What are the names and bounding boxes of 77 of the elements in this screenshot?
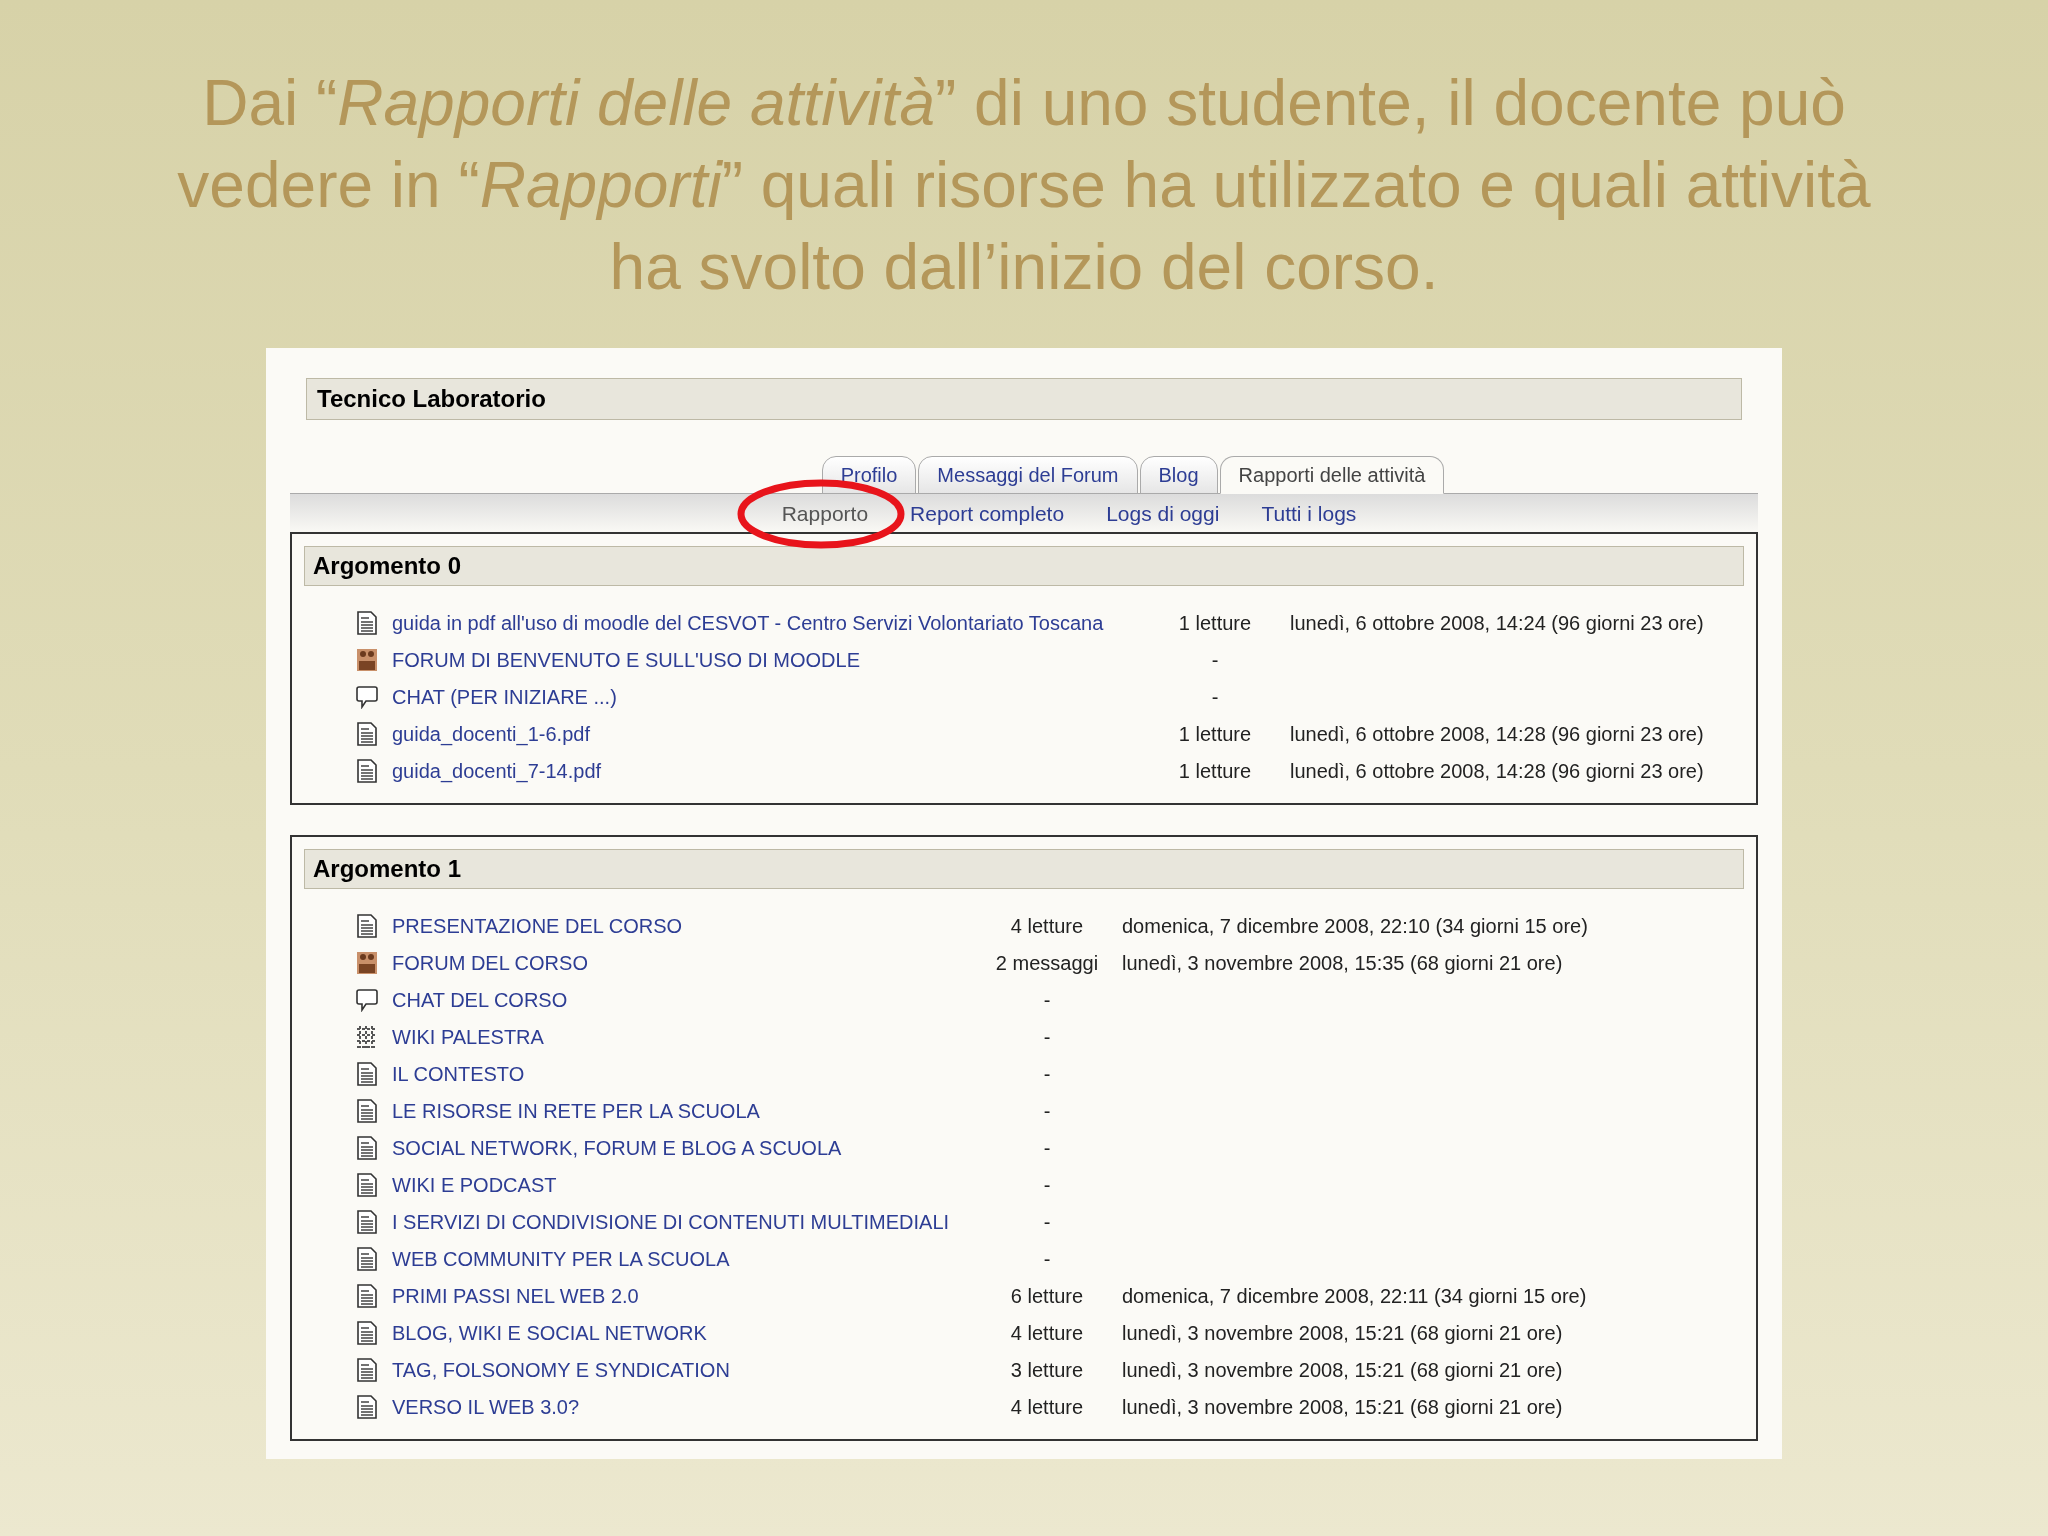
activity-link[interactable]: WIKI PALESTRA	[392, 1021, 992, 1052]
people-icon	[356, 950, 378, 975]
grid-icon	[356, 1024, 378, 1049]
last-access-cell-text: lunedì, 6 ottobre 2008, 14:28 (96 giorni 23 ore)	[1290, 758, 1704, 784]
activity-link[interactable]: PRIMI PASSI NEL WEB 2.0	[392, 1280, 992, 1311]
count-cell-text: 1 letture	[1177, 721, 1253, 747]
activity-link[interactable]: WEB COMMUNITY PER LA SCUOLA	[392, 1243, 992, 1274]
last-access-cell-text: lunedì, 3 novembre 2008, 15:21 (68 giorni 21 ore)	[1122, 1320, 1563, 1346]
tab[interactable]: Messaggi del Forum	[918, 456, 1138, 494]
subtab-link[interactable]: Report completo	[910, 502, 1065, 526]
last-access-cell-text: lunedì, 3 novembre 2008, 15:35 (68 giorni 21 ore)	[1122, 950, 1563, 976]
activity-link[interactable]: guida_docenti_7-14.pdf	[392, 755, 1160, 786]
activity-link[interactable]: FORUM DEL CORSO	[392, 947, 992, 978]
count-cell-text: 1 letture	[1177, 758, 1253, 784]
last-access-cell-text: domenica, 7 dicembre 2008, 22:11 (34 giorni 15 ore)	[1122, 1283, 1587, 1309]
slide-title: Dai “Rapporti delle attività” di uno studente, il docente può vedere in “Rapporti” quali risorse ha utilizzato e quali attività ha svolto dall’inizio del corso.	[176, 66, 1872, 305]
count-cell-text: 2 messaggi	[994, 950, 1100, 976]
subtab-link[interactable]: Logs di oggi	[1106, 502, 1220, 526]
subtab-link[interactable]: Tutti i logs	[1261, 502, 1357, 526]
activity-link[interactable]: WIKI E PODCAST	[392, 1169, 992, 1200]
count-cell-text: 4 letture	[1009, 913, 1085, 939]
activity-link[interactable]: I SERVIZI DI CONDIVISIONE DI CONTENUTI MULTIMEDIALI	[392, 1206, 992, 1237]
activity-link[interactable]: LE RISORSE IN RETE PER LA SCUOLA	[392, 1095, 992, 1126]
last-access-cell-text: lunedì, 6 ottobre 2008, 14:24 (96 giorni 23 ore)	[1290, 610, 1704, 636]
count-cell-text: -	[1042, 1098, 1052, 1124]
count-cell-text: -	[1042, 1061, 1052, 1087]
document-icon	[356, 1357, 378, 1382]
people-icon	[356, 647, 378, 672]
count-cell-text: -	[1042, 1024, 1052, 1050]
activity-link[interactable]: FORUM DI BENVENUTO E SULL'USO DI MOODLE	[392, 644, 1160, 675]
user-header: Tecnico Laboratorio	[306, 378, 1742, 420]
count-cell-text: 6 letture	[1009, 1283, 1085, 1309]
count-cell-text: 4 letture	[1009, 1394, 1085, 1420]
activity-link[interactable]: IL CONTESTO	[392, 1058, 992, 1089]
tab[interactable]: Blog	[1139, 456, 1218, 494]
count-cell-text: -	[1210, 647, 1220, 673]
activity-link[interactable]: SOCIAL NETWORK, FORUM E BLOG A SCUOLA	[392, 1132, 992, 1163]
activity-link[interactable]: VERSO IL WEB 3.0?	[392, 1391, 992, 1422]
activity-link[interactable]: guida_docenti_1-6.pdf	[392, 718, 1160, 749]
count-cell-text: -	[1042, 1246, 1052, 1272]
count-cell-text: -	[1042, 987, 1052, 1013]
speech-bubble-icon	[356, 684, 378, 709]
section-header: Argomento 0	[304, 546, 1744, 586]
tab[interactable]: Rapporti delle attività	[1219, 456, 1445, 494]
count-cell-text: -	[1042, 1209, 1052, 1235]
document-icon	[356, 758, 378, 783]
document-icon	[356, 1320, 378, 1345]
speech-bubble-icon	[356, 987, 378, 1012]
document-icon	[356, 913, 378, 938]
document-icon	[356, 1135, 378, 1160]
activity-link[interactable]: PRESENTAZIONE DEL CORSO	[392, 910, 992, 941]
document-icon	[356, 1061, 378, 1086]
count-cell-text: 3 letture	[1009, 1357, 1085, 1383]
last-access-cell-text: lunedì, 3 novembre 2008, 15:21 (68 giorni 21 ore)	[1122, 1394, 1563, 1420]
document-icon	[356, 610, 378, 635]
document-icon	[356, 1246, 378, 1271]
last-access-cell-text: domenica, 7 dicembre 2008, 22:10 (34 giorni 15 ore)	[1122, 913, 1588, 939]
document-icon	[356, 1394, 378, 1419]
activity-link[interactable]: BLOG, WIKI E SOCIAL NETWORK	[392, 1317, 992, 1348]
count-cell-text: -	[1042, 1172, 1052, 1198]
document-icon	[356, 1283, 378, 1308]
section-header: Argomento 1	[304, 849, 1744, 889]
document-icon	[356, 1172, 378, 1197]
count-cell-text: 4 letture	[1009, 1320, 1085, 1346]
subtab-link[interactable]: Rapporto	[781, 502, 869, 526]
count-cell-text: 1 letture	[1177, 610, 1253, 636]
count-cell-text: -	[1210, 684, 1220, 710]
document-icon	[356, 1209, 378, 1234]
count-cell-text: -	[1042, 1135, 1052, 1161]
last-access-cell-text: lunedì, 3 novembre 2008, 15:21 (68 giorni 21 ore)	[1122, 1357, 1563, 1383]
activity-link[interactable]: TAG, FOLSONOMY E SYNDICATION	[392, 1354, 992, 1385]
last-access-cell-text: lunedì, 6 ottobre 2008, 14:28 (96 giorni 23 ore)	[1290, 721, 1704, 747]
document-icon	[356, 721, 378, 746]
activity-link[interactable]: CHAT DEL CORSO	[392, 984, 992, 1015]
activity-link[interactable]: guida in pdf all'uso di moodle del CESVOT - Centro Servizi Volontariato Toscana	[392, 607, 1160, 638]
document-icon	[356, 1098, 378, 1123]
activity-link[interactable]: CHAT (PER INIZIARE ...)	[392, 681, 1160, 712]
